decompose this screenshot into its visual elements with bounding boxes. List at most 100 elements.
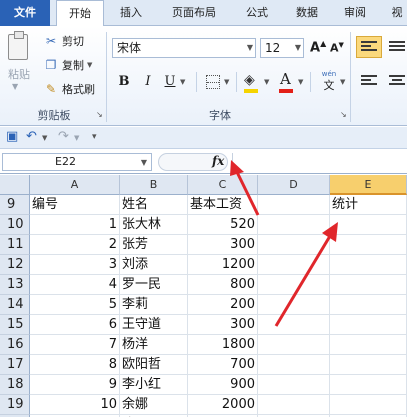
- cell-b16[interactable]: 杨洋: [120, 335, 188, 355]
- cell-c19[interactable]: 2000: [188, 395, 258, 415]
- underline-button[interactable]: U: [162, 73, 178, 91]
- row-header[interactable]: 18: [0, 375, 30, 395]
- cell-b17[interactable]: 欧阳哲: [120, 355, 188, 375]
- cell-c11[interactable]: 300: [188, 235, 258, 255]
- cell-d9[interactable]: [258, 195, 330, 215]
- cell-e9[interactable]: 统计: [330, 195, 407, 215]
- cell-d15[interactable]: [258, 315, 330, 335]
- tab-data[interactable]: 数据: [288, 0, 326, 26]
- phonetic-dropdown-icon[interactable]: ▼: [340, 78, 345, 86]
- cell-b10[interactable]: 张大林: [120, 215, 188, 235]
- cell-d14[interactable]: [258, 295, 330, 315]
- cell-d19[interactable]: [258, 395, 330, 415]
- cell-a14[interactable]: 5: [30, 295, 120, 315]
- cell-c13[interactable]: 800: [188, 275, 258, 295]
- row-header[interactable]: 10: [0, 215, 30, 235]
- fill-color-dropdown-icon[interactable]: ▼: [264, 78, 269, 86]
- align-left-icon[interactable]: [361, 75, 377, 89]
- cell-d16[interactable]: [258, 335, 330, 355]
- font-launcher-icon[interactable]: ↘: [340, 110, 347, 119]
- row-header[interactable]: 14: [0, 295, 30, 315]
- column-header-b[interactable]: B: [120, 175, 188, 195]
- cell-a17[interactable]: 8: [30, 355, 120, 375]
- cell-b18[interactable]: 李小红: [120, 375, 188, 395]
- copy-dropdown-icon[interactable]: ▼: [87, 61, 92, 69]
- align-center-icon[interactable]: [389, 75, 405, 89]
- cell-c15[interactable]: 300: [188, 315, 258, 335]
- cell-b19[interactable]: 余娜: [120, 395, 188, 415]
- cell-a16[interactable]: 7: [30, 335, 120, 355]
- cell-e11[interactable]: [330, 235, 407, 255]
- row-header[interactable]: 19: [0, 395, 30, 415]
- copy-button[interactable]: ❐ 复制 ▼: [44, 56, 93, 74]
- cell-e17[interactable]: [330, 355, 407, 375]
- cell-a12[interactable]: 3: [30, 255, 120, 275]
- cell-a9[interactable]: 编号: [30, 195, 120, 215]
- tab-review[interactable]: 审阅: [338, 0, 372, 26]
- cell-a11[interactable]: 2: [30, 235, 120, 255]
- align-middle-icon[interactable]: [389, 41, 405, 55]
- borders-dropdown-icon[interactable]: ▼: [224, 78, 229, 86]
- cell-e19[interactable]: [330, 395, 407, 415]
- clipboard-launcher-icon[interactable]: ↘: [96, 110, 103, 119]
- tab-file[interactable]: 文件: [0, 0, 50, 26]
- column-header-a[interactable]: A: [30, 175, 120, 195]
- undo-dropdown-icon[interactable]: ▼: [42, 134, 47, 142]
- cell-e16[interactable]: [330, 335, 407, 355]
- redo-icon[interactable]: ↷: [58, 129, 69, 144]
- cell-a15[interactable]: 6: [30, 315, 120, 335]
- italic-button[interactable]: I: [140, 73, 156, 91]
- cell-c12[interactable]: 1200: [188, 255, 258, 275]
- cell-e10[interactable]: [330, 215, 407, 235]
- cell-e18[interactable]: [330, 375, 407, 395]
- font-name-select[interactable]: 宋体 ▼: [112, 38, 256, 58]
- select-all-corner[interactable]: [0, 175, 30, 195]
- row-header[interactable]: 12: [0, 255, 30, 275]
- row-header[interactable]: 17: [0, 355, 30, 375]
- phonetic-guide-button[interactable]: wén 文: [318, 68, 340, 92]
- insert-function-button[interactable]: fx: [212, 154, 224, 168]
- cell-d10[interactable]: [258, 215, 330, 235]
- cell-a18[interactable]: 9: [30, 375, 120, 395]
- font-color-button[interactable]: A: [280, 70, 291, 88]
- cell-d18[interactable]: [258, 375, 330, 395]
- name-box[interactable]: E22 ▼: [2, 153, 152, 171]
- cell-a10[interactable]: 1: [30, 215, 120, 235]
- cell-e15[interactable]: [330, 315, 407, 335]
- formula-input[interactable]: [232, 153, 405, 171]
- cell-c17[interactable]: 700: [188, 355, 258, 375]
- cell-c9[interactable]: 基本工资: [188, 195, 258, 215]
- borders-icon[interactable]: [206, 75, 220, 89]
- save-icon[interactable]: ▣: [6, 129, 18, 144]
- tab-page-layout[interactable]: 页面布局: [160, 0, 228, 26]
- fill-color-icon[interactable]: ◈: [244, 72, 255, 88]
- cell-e14[interactable]: [330, 295, 407, 315]
- cell-c18[interactable]: 900: [188, 375, 258, 395]
- row-header[interactable]: 9: [0, 195, 30, 215]
- cell-b15[interactable]: 王守道: [120, 315, 188, 335]
- tab-formulas[interactable]: 公式: [238, 0, 276, 26]
- cell-d12[interactable]: [258, 255, 330, 275]
- row-header[interactable]: 11: [0, 235, 30, 255]
- customize-toolbar-icon[interactable]: ▾: [92, 132, 97, 142]
- tab-insert[interactable]: 插入: [114, 0, 148, 26]
- cell-e13[interactable]: [330, 275, 407, 295]
- format-painter-button[interactable]: ✎ 格式刷: [44, 80, 95, 98]
- tab-view[interactable]: 视: [382, 0, 407, 26]
- cell-c10[interactable]: 520: [188, 215, 258, 235]
- cell-b12[interactable]: 刘添: [120, 255, 188, 275]
- column-header-e[interactable]: E: [330, 175, 407, 195]
- cell-e12[interactable]: [330, 255, 407, 275]
- cell-a13[interactable]: 4: [30, 275, 120, 295]
- shrink-font-button[interactable]: A▼: [330, 41, 344, 55]
- cell-b14[interactable]: 李莉: [120, 295, 188, 315]
- cell-d13[interactable]: [258, 275, 330, 295]
- font-size-select[interactable]: 12 ▼: [260, 38, 304, 58]
- row-header[interactable]: 15: [0, 315, 30, 335]
- cell-b11[interactable]: 张芳: [120, 235, 188, 255]
- font-color-dropdown-icon[interactable]: ▼: [298, 78, 303, 86]
- cell-b13[interactable]: 罗一民: [120, 275, 188, 295]
- cell-d17[interactable]: [258, 355, 330, 375]
- undo-icon[interactable]: ↶: [26, 129, 37, 144]
- cut-button[interactable]: ✂ 剪切: [44, 32, 84, 50]
